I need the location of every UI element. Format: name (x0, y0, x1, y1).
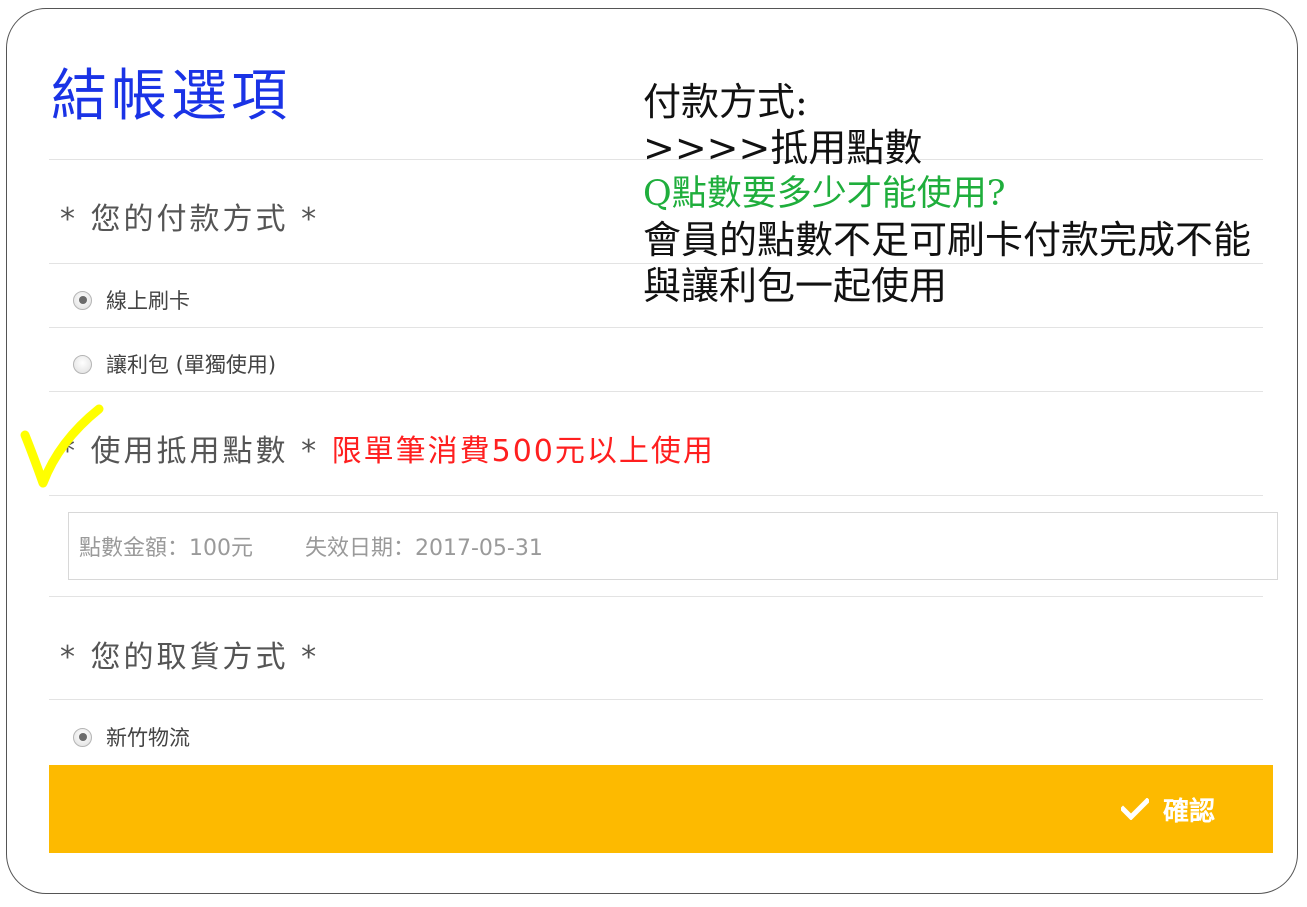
page-title: 結帳選項 (51, 64, 291, 129)
points-minimum-note: 限單筆消費500元以上使用 (331, 434, 715, 469)
delivery-option-label: 新竹物流 (106, 726, 190, 750)
points-amount: 點數金額：100元 (79, 536, 253, 561)
radio-selected-icon[interactable] (73, 727, 92, 747)
handwritten-check-mark (20, 404, 104, 488)
payment-option-discount-pack[interactable]: 讓利包 (單獨使用) (73, 349, 276, 379)
radio-selected-icon[interactable] (73, 290, 92, 310)
annotation-line: 付款方式: (643, 80, 808, 124)
divider (49, 596, 1263, 597)
payment-option-label: 讓利包 (單獨使用) (106, 353, 277, 377)
slide-frame: 結帳選項 * 您的付款方式 * 線上刷卡 讓利包 (單獨使用) * 使用抵用點數… (6, 8, 1298, 894)
points-info-field[interactable]: 點數金額：100元 失效日期：2017-05-31 (68, 512, 1278, 580)
payment-option-credit-card[interactable]: 線上刷卡 (73, 285, 190, 315)
annotation-line: >>>>抵用點數 (643, 126, 923, 170)
confirm-label: 確認 (1162, 795, 1215, 826)
points-expiry: 失效日期：2017-05-31 (305, 536, 543, 561)
divider (49, 391, 1263, 392)
annotation-question: Q點數要多少才能使用? (643, 174, 1006, 214)
confirm-button[interactable]: 確認 (49, 765, 1273, 853)
payment-option-label: 線上刷卡 (106, 289, 190, 313)
divider (49, 327, 1263, 328)
delivery-section-title: * 您的取貨方式 * (60, 640, 320, 675)
delivery-option-hct[interactable]: 新竹物流 (73, 722, 190, 752)
divider (49, 495, 1263, 496)
divider (49, 699, 1263, 700)
annotation-note: 付款方式: >>>>抵用點數 Q點數要多少才能使用? 會員的點數不足可刷卡付款完… (643, 79, 1283, 309)
radio-unselected-icon[interactable] (73, 354, 92, 374)
annotation-answer: 會員的點數不足可刷卡付款完成不能與讓利包一起使用 (643, 218, 1252, 308)
checkmark-icon (1120, 798, 1149, 820)
payment-section-title: * 您的付款方式 * (60, 202, 320, 237)
points-section-title: * 使用抵用點數 * 限單筆消費500元以上使用 (60, 437, 715, 467)
